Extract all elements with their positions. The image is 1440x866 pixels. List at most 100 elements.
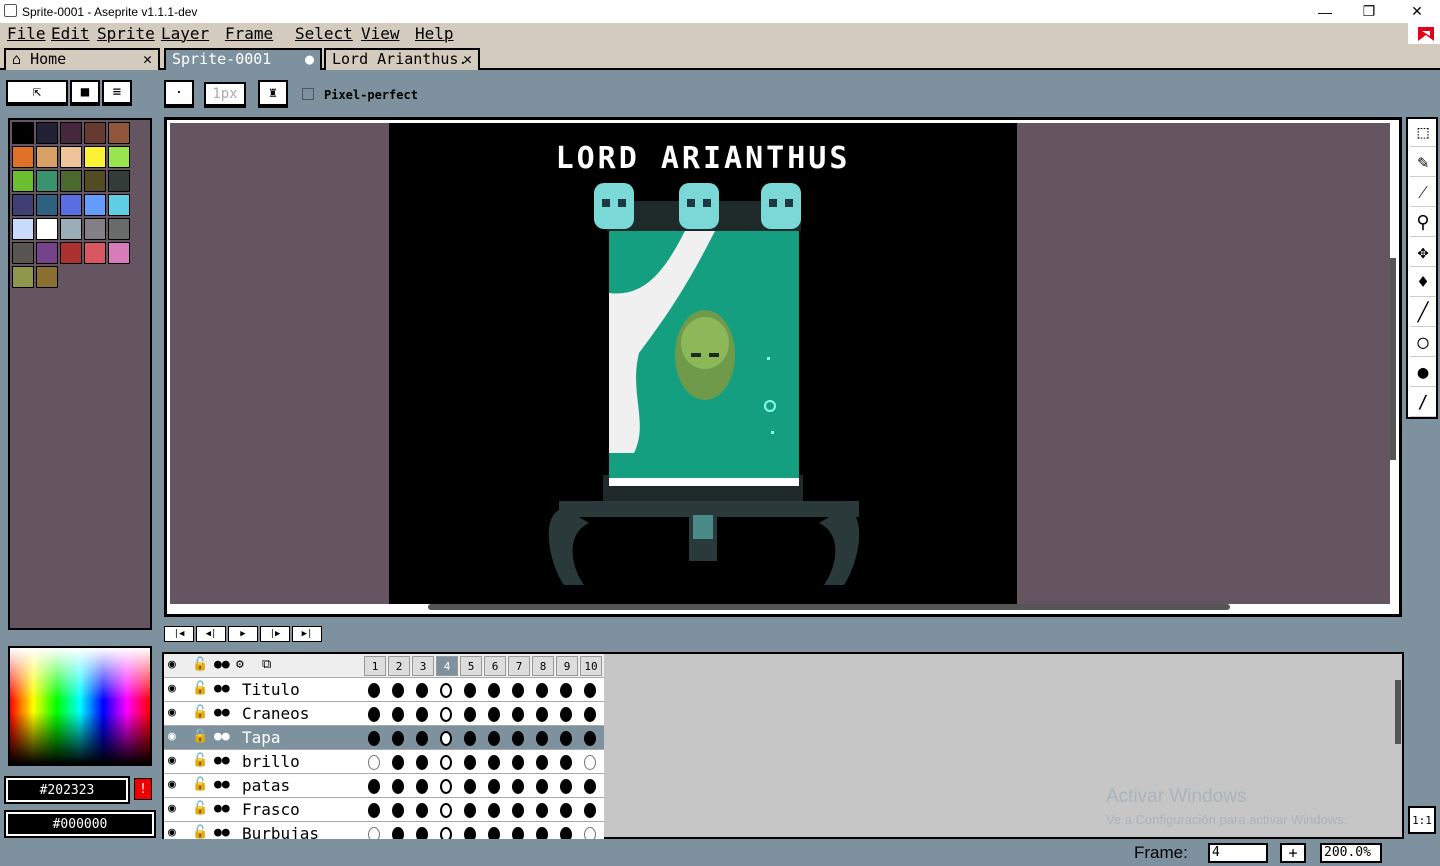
link-cels-icon[interactable]: ⧉ <box>262 657 271 672</box>
layer-row[interactable]: ◉ 🔓 ●● patas <box>164 774 604 798</box>
layer-row[interactable]: ◉ 🔓 ●● brillo <box>164 750 604 774</box>
layer-row[interactable]: ◉ 🔓 ●● Craneos <box>164 702 604 726</box>
cel[interactable] <box>411 799 433 821</box>
cel[interactable] <box>579 727 601 749</box>
canvas-horizontal-scrollbar[interactable] <box>428 604 1230 610</box>
cel[interactable] <box>459 775 481 797</box>
cel[interactable] <box>435 751 457 773</box>
cel[interactable] <box>411 727 433 749</box>
eye-icon[interactable]: ◉ <box>168 657 176 672</box>
palette-swatch[interactable] <box>108 146 130 168</box>
cel[interactable] <box>435 679 457 701</box>
frame-number-input[interactable]: 4 <box>1208 843 1268 863</box>
menu-select[interactable]: Select <box>295 24 353 43</box>
onion-skin-icon[interactable]: ●● <box>214 801 230 816</box>
cel[interactable] <box>387 775 409 797</box>
frame-header[interactable]: 3 <box>412 656 434 676</box>
minimize-button[interactable]: — <box>1302 0 1348 23</box>
pencil-icon[interactable]: ✎ <box>1410 149 1436 177</box>
onion-skin-icon[interactable]: ●● <box>214 681 230 696</box>
palette-swatch[interactable] <box>36 170 58 192</box>
lock-icon[interactable]: 🔓 <box>192 825 208 840</box>
palette-mode-toggle[interactable]: ⇱ <box>6 80 68 104</box>
palette-swatch[interactable] <box>84 242 106 264</box>
menu-help[interactable]: Help <box>415 24 454 43</box>
tab-home[interactable]: ⌂ Home ✕ <box>4 48 160 70</box>
lock-icon[interactable]: 🔓 <box>192 705 208 720</box>
foreground-color-field[interactable]: #202323 <box>4 776 130 804</box>
eye-icon[interactable]: ◉ <box>168 777 176 792</box>
cel[interactable] <box>435 703 457 725</box>
palette-swatch[interactable] <box>36 194 58 216</box>
prev-frame-button[interactable]: ◀| <box>196 626 226 642</box>
spray-icon[interactable]: ∕ <box>1410 389 1436 417</box>
eye-icon[interactable]: ◉ <box>168 705 176 720</box>
cel[interactable] <box>507 703 529 725</box>
cel[interactable] <box>363 775 385 797</box>
canvas-editor[interactable]: LORD ARIANTHUS <box>164 117 1402 617</box>
cel[interactable] <box>387 799 409 821</box>
cel[interactable] <box>363 679 385 701</box>
palette-swatch[interactable] <box>84 170 106 192</box>
palette-swatch[interactable] <box>12 242 34 264</box>
warning-icon[interactable]: ! <box>134 778 152 800</box>
menu-file[interactable]: File <box>7 24 46 43</box>
palette-swatch[interactable] <box>84 218 106 240</box>
cel[interactable] <box>411 775 433 797</box>
cel[interactable] <box>483 799 505 821</box>
frame-header[interactable]: 9 <box>556 656 578 676</box>
eye-icon[interactable]: ◉ <box>168 729 176 744</box>
close-tab-icon[interactable]: ✕ <box>463 50 472 68</box>
onion-skin-icon[interactable]: ●● <box>214 729 230 744</box>
cel[interactable] <box>435 799 457 821</box>
move-icon[interactable]: ✥ <box>1410 239 1436 267</box>
gear-icon[interactable]: ⚙ <box>236 657 244 672</box>
layer-row[interactable]: ◉ 🔓 ●● Titulo <box>164 678 604 702</box>
palette-swatch[interactable] <box>108 170 130 192</box>
play-button[interactable]: ▶ <box>228 626 258 642</box>
palette-swatch[interactable] <box>60 194 82 216</box>
cel[interactable] <box>531 751 553 773</box>
marquee-icon[interactable]: ⬚ <box>1410 119 1436 147</box>
palette-swatch[interactable] <box>108 194 130 216</box>
cel[interactable] <box>555 799 577 821</box>
last-frame-button[interactable]: ▶| <box>292 626 322 642</box>
palette-swatch[interactable] <box>12 122 34 144</box>
palette-swatch[interactable] <box>12 146 34 168</box>
ink-type-button[interactable]: ♜ <box>258 80 288 106</box>
eyedropper-icon[interactable]: ⁄ <box>1410 179 1436 207</box>
palette-swatch[interactable] <box>12 170 34 192</box>
next-frame-button[interactable]: |▶ <box>260 626 290 642</box>
frame-header[interactable]: 8 <box>532 656 554 676</box>
cel[interactable] <box>507 679 529 701</box>
eye-icon[interactable]: ◉ <box>168 801 176 816</box>
palette-swatch[interactable] <box>84 146 106 168</box>
frame-header[interactable]: 6 <box>484 656 506 676</box>
cel[interactable] <box>531 775 553 797</box>
background-color-field[interactable]: #000000 <box>4 810 156 838</box>
cel[interactable] <box>555 679 577 701</box>
close-window-button[interactable]: ✕ <box>1394 0 1440 23</box>
lock-icon[interactable]: 🔓 <box>192 657 208 672</box>
pixel-perfect-checkbox[interactable] <box>302 88 314 100</box>
eye-icon[interactable]: ◉ <box>168 681 176 696</box>
frame-header[interactable]: 1 <box>364 656 386 676</box>
cel[interactable] <box>387 751 409 773</box>
cel[interactable] <box>531 703 553 725</box>
onion-skin-icon[interactable]: ●● <box>214 825 230 840</box>
cel[interactable] <box>531 727 553 749</box>
menu-edit[interactable]: Edit <box>51 24 90 43</box>
tab-sprite-0001[interactable]: Sprite-0001 ● <box>164 48 322 70</box>
layer-row[interactable]: ◉ 🔓 ●● Tapa <box>164 726 604 750</box>
bucket-icon[interactable]: ♦ <box>1410 269 1436 297</box>
onion-skin-icon[interactable]: ●● <box>214 705 230 720</box>
cel[interactable] <box>387 727 409 749</box>
palette-swatch[interactable] <box>36 242 58 264</box>
cel[interactable] <box>555 703 577 725</box>
palette-swatch[interactable] <box>12 194 34 216</box>
eye-icon[interactable]: ◉ <box>168 825 176 840</box>
palette-swatch[interactable] <box>108 218 130 240</box>
palette-swatch[interactable] <box>108 242 130 264</box>
frame-header[interactable]: 2 <box>388 656 410 676</box>
cel[interactable] <box>531 799 553 821</box>
